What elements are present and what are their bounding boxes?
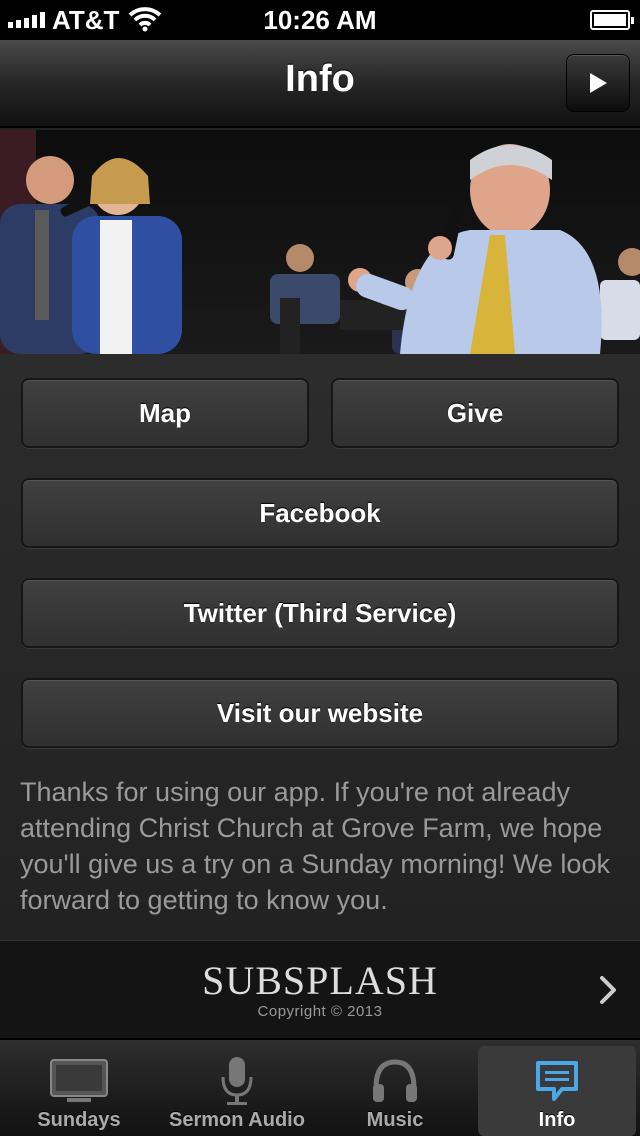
- give-button[interactable]: Give: [331, 378, 619, 448]
- tab-sundays[interactable]: Sundays: [0, 1040, 158, 1136]
- clock: 10:26 AM: [263, 5, 377, 35]
- page-title: Info: [285, 58, 355, 100]
- now-playing-button[interactable]: [566, 54, 630, 112]
- battery-icon: [590, 10, 634, 30]
- chevron-right-icon: [600, 976, 616, 1004]
- tab-label: Sundays: [37, 1109, 121, 1131]
- tab-bar: Sundays Sermon Audio Music Info: [0, 1038, 640, 1136]
- tab-music[interactable]: Music: [316, 1040, 474, 1136]
- welcome-message: Thanks for using our app. If you're not …: [20, 777, 610, 915]
- hero-photo: [0, 130, 640, 354]
- tab-label: Info: [538, 1109, 576, 1131]
- headphones-icon: [373, 1059, 417, 1102]
- twitter-button[interactable]: Twitter (Third Service): [21, 578, 619, 648]
- subsplash-logo: SUBSPLASH: [202, 958, 438, 1003]
- facebook-button[interactable]: Facebook: [21, 478, 619, 548]
- tab-info[interactable]: Info: [478, 1046, 636, 1136]
- copyright-text: Copyright © 2013: [257, 1003, 383, 1020]
- tab-label: Sermon Audio: [169, 1109, 305, 1131]
- visit-website-button[interactable]: Visit our website: [21, 678, 619, 748]
- tab-label: Music: [366, 1109, 424, 1131]
- play-icon: [590, 73, 607, 93]
- worship-photo-illustration: [0, 130, 640, 354]
- microphone-icon: [221, 1057, 253, 1105]
- tab-sermon-audio[interactable]: Sermon Audio: [158, 1040, 316, 1136]
- navigation-bar: Info: [0, 40, 640, 128]
- status-bar: AT&T 10:26 AM: [0, 0, 640, 40]
- info-content: Map Give Facebook Twitter (Third Service…: [0, 354, 640, 940]
- subsplash-branding-row[interactable]: SUBSPLASH Copyright © 2013: [0, 940, 640, 1038]
- tv-icon: [50, 1059, 108, 1102]
- map-button[interactable]: Map: [21, 378, 309, 448]
- chat-bubble-icon: [536, 1061, 578, 1101]
